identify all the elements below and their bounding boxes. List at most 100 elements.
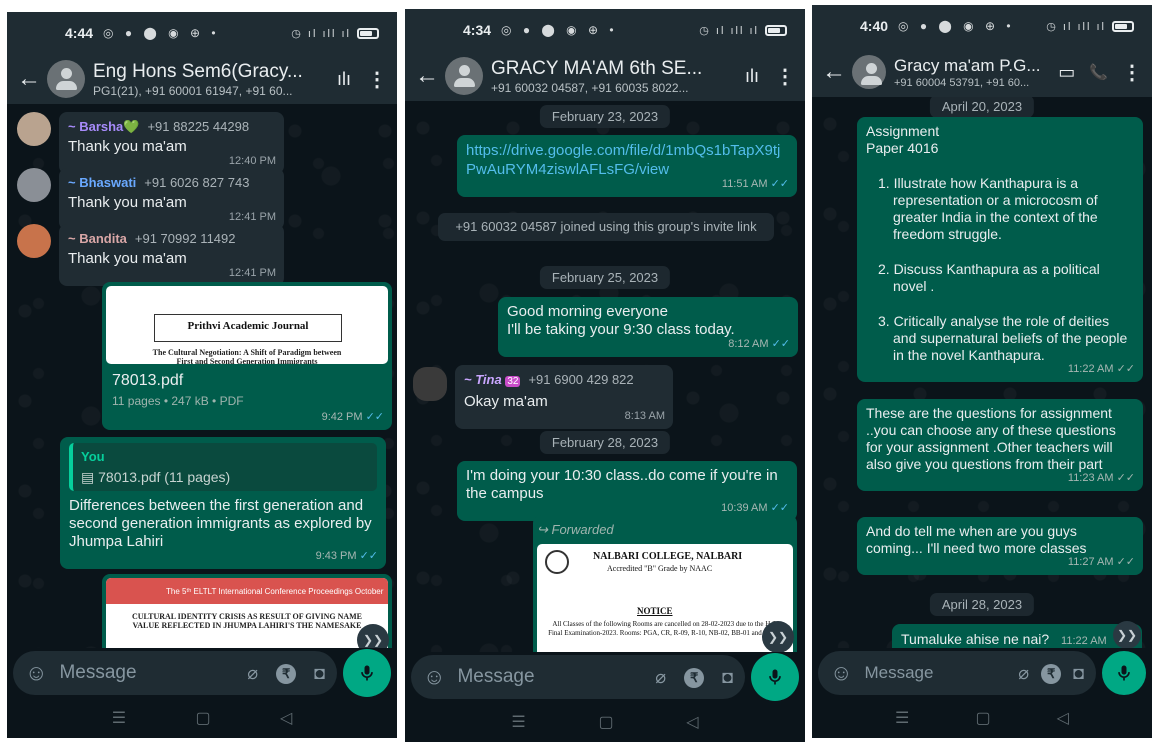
voice-call-icon[interactable]: 📞 <box>1089 63 1108 81</box>
scroll-down-button[interactable]: ❯❯ <box>357 624 389 648</box>
date-separator: April 20, 2023 <box>929 97 1035 118</box>
assignment-message[interactable]: Assignment Paper 4016 1. Illustrate how … <box>857 117 1143 382</box>
sender-badge: 32 <box>505 376 521 387</box>
phone-screen-2: 4:34 ◎ ● ⬤ ◉ ⊕ • ◷ ıl ıll ıl ← GRACY MA'… <box>405 9 805 742</box>
message-input-box[interactable]: ☺ Message ⌀ ₹ ◘ <box>411 655 745 699</box>
camera-icon[interactable]: ◘ <box>314 663 325 684</box>
nav-back-icon[interactable]: ◁ <box>280 708 292 728</box>
message-input[interactable]: Message <box>457 666 637 688</box>
document-message[interactable]: Prithvi Academic Journal The Cultural Ne… <box>102 282 392 430</box>
group-avatar[interactable] <box>47 60 85 98</box>
message-list[interactable]: ~ Barsha💚 +91 88225 44298 Thank you ma'am… <box>7 104 397 648</box>
document-thumbnail[interactable]: The 5ᵗʰ ELTLT International Conference P… <box>106 578 388 648</box>
back-arrow-icon[interactable]: ← <box>822 58 848 86</box>
message-outgoing[interactable]: Tumaluke ahise ne nai? 11:22 AM <box>892 624 1142 648</box>
avatar-bandita[interactable] <box>17 224 51 258</box>
message-list[interactable]: April 20, 2023 Assignment Paper 4016 1. … <box>812 97 1152 648</box>
notice-image[interactable]: NALBARI COLLEGE, NALBARI Accredited "B" … <box>537 544 793 652</box>
message-outgoing[interactable]: Good morning everyone I'll be taking you… <box>498 297 798 357</box>
scroll-down-button[interactable]: ❯❯ <box>1113 621 1141 648</box>
recent-apps-icon[interactable]: ☰ <box>511 712 525 732</box>
document-message[interactable]: The 5ᵗʰ ELTLT International Conference P… <box>102 574 392 648</box>
attach-icon[interactable]: ⌀ <box>655 667 666 688</box>
message-outgoing[interactable]: I'm doing your 10:30 class..do come if y… <box>457 461 797 521</box>
chat-header-info[interactable]: GRACY MA'AM 6th SE... +91 60032 04587, +… <box>491 58 729 95</box>
payment-icon[interactable]: ₹ <box>1041 662 1062 684</box>
group-avatar[interactable] <box>852 55 886 89</box>
chat-header-info[interactable]: Gracy ma'am P.G... +91 60004 53791, +91 … <box>894 56 1048 89</box>
voice-chat-icon[interactable]: ılı <box>745 66 759 87</box>
message-incoming[interactable]: ~ Tina 32 +91 6900 429 822 Okay ma'am 8:1… <box>455 365 673 429</box>
camera-icon[interactable]: ◘ <box>1073 663 1084 684</box>
sender-name[interactable]: ~ Bhaswati <box>68 175 136 190</box>
sender-name[interactable]: ~ Bandita <box>68 231 127 246</box>
battery-icon <box>1112 20 1134 32</box>
avatar-barsha[interactable] <box>17 112 51 146</box>
back-arrow-icon[interactable]: ← <box>415 62 441 90</box>
message-list[interactable]: February 23, 2023 https://drive.google.c… <box>405 101 805 652</box>
link-message[interactable]: https://drive.google.com/file/d/1mbQs1bT… <box>457 135 797 197</box>
message-text: Tumaluke ahise ne nai? <box>901 631 1050 647</box>
mic-button[interactable] <box>343 649 391 697</box>
message-incoming[interactable]: ~ Bhaswati +91 6026 827 743 Thank you ma'… <box>59 168 284 230</box>
document-name: 78013.pdf <box>112 372 184 389</box>
message-time: 8:13 AM <box>624 410 665 422</box>
phone-screen-3: 4:40 ◎ ● ⬤ ◉ ⊕ • ◷ ıl ıll ıl ← Gracy ma'… <box>812 5 1152 738</box>
payment-icon[interactable]: ₹ <box>276 662 297 684</box>
mic-icon <box>1118 665 1130 681</box>
read-receipt-icon: ✓✓ <box>770 178 789 190</box>
message-input-box[interactable]: ☺ Message ⌀ ₹ ◘ <box>13 651 337 695</box>
message-time: 11:51 AM <box>721 178 768 190</box>
assignment-item: 1. Illustrate how Kanthapura is a repres… <box>878 175 1098 242</box>
system-message: +91 60032 04587 joined using this group'… <box>438 213 774 241</box>
reply-message[interactable]: You ▤ 78013.pdf (11 pages) Differences b… <box>60 437 386 569</box>
message-outgoing[interactable]: And do tell me when are you guys coming.… <box>857 517 1143 575</box>
assignment-item: 3. Critically analyse the role of deitie… <box>878 313 1128 363</box>
home-icon[interactable]: ▢ <box>195 708 210 728</box>
message-outgoing[interactable]: These are the questions for assignment .… <box>857 399 1143 491</box>
nav-back-icon[interactable]: ◁ <box>1057 708 1069 728</box>
voice-chat-icon[interactable]: ılı <box>337 69 351 90</box>
attach-icon[interactable]: ⌀ <box>1018 663 1029 684</box>
sender-name[interactable]: ~ Tina <box>464 372 502 387</box>
recent-apps-icon[interactable]: ☰ <box>112 708 126 728</box>
chat-header: ← Gracy ma'am P.G... +91 60004 53791, +9… <box>812 47 1152 97</box>
message-incoming[interactable]: ~ Bandita +91 70992 11492 Thank you ma'am… <box>59 224 284 286</box>
emoji-icon[interactable]: ☺ <box>25 660 47 686</box>
mic-button[interactable] <box>1102 651 1146 695</box>
more-options-icon[interactable]: ⋮ <box>775 64 795 89</box>
assignment-item: 2. Discuss Kanthapura as a political nov… <box>878 261 1100 294</box>
sender-name[interactable]: ~ Barsha💚 <box>68 119 139 134</box>
emoji-icon[interactable]: ☺ <box>423 664 445 690</box>
mic-button[interactable] <box>751 653 799 701</box>
document-thumbnail-title: Prithvi Academic Journal <box>154 314 342 342</box>
message-input-box[interactable]: ☺ Message ⌀ ₹ ◘ <box>818 651 1096 695</box>
document-thumbnail[interactable]: Prithvi Academic Journal The Cultural Ne… <box>106 286 388 364</box>
assignment-paper: Paper 4016 <box>866 140 939 156</box>
home-icon[interactable]: ▢ <box>975 708 990 728</box>
attach-icon[interactable]: ⌀ <box>247 663 258 684</box>
chat-header-info[interactable]: Eng Hons Sem6(Gracy... PG1(21), +91 6000… <box>93 61 321 98</box>
recent-apps-icon[interactable]: ☰ <box>895 708 909 728</box>
message-incoming[interactable]: ~ Barsha💚 +91 88225 44298 Thank you ma'am… <box>59 112 284 174</box>
message-input[interactable]: Message <box>864 663 1006 683</box>
group-avatar[interactable] <box>445 57 483 95</box>
back-arrow-icon[interactable]: ← <box>17 65 43 93</box>
avatar-bhaswati[interactable] <box>17 168 51 202</box>
nav-back-icon[interactable]: ◁ <box>686 712 698 732</box>
message-text: Differences between the first generation… <box>69 497 372 550</box>
message-link[interactable]: https://drive.google.com/file/d/1mbQs1bT… <box>466 141 788 179</box>
payment-icon[interactable]: ₹ <box>684 666 705 688</box>
quoted-message[interactable]: You ▤ 78013.pdf (11 pages) <box>69 443 377 491</box>
more-options-icon[interactable]: ⋮ <box>1122 60 1142 85</box>
forwarded-message[interactable]: ↪ Forwarded NALBARI COLLEGE, NALBARI Acc… <box>533 515 797 652</box>
document-thumbnail-heading: The Cultural Negotiation: A Shift of Par… <box>152 348 342 364</box>
avatar-tina[interactable] <box>413 367 447 401</box>
video-call-icon[interactable]: ▭ <box>1058 62 1075 83</box>
scroll-down-button[interactable]: ❯❯ <box>762 621 794 652</box>
emoji-icon[interactable]: ☺ <box>830 660 852 686</box>
camera-icon[interactable]: ◘ <box>722 667 733 688</box>
home-icon[interactable]: ▢ <box>598 712 613 732</box>
message-input[interactable]: Message <box>59 662 229 684</box>
more-options-icon[interactable]: ⋮ <box>367 67 387 92</box>
